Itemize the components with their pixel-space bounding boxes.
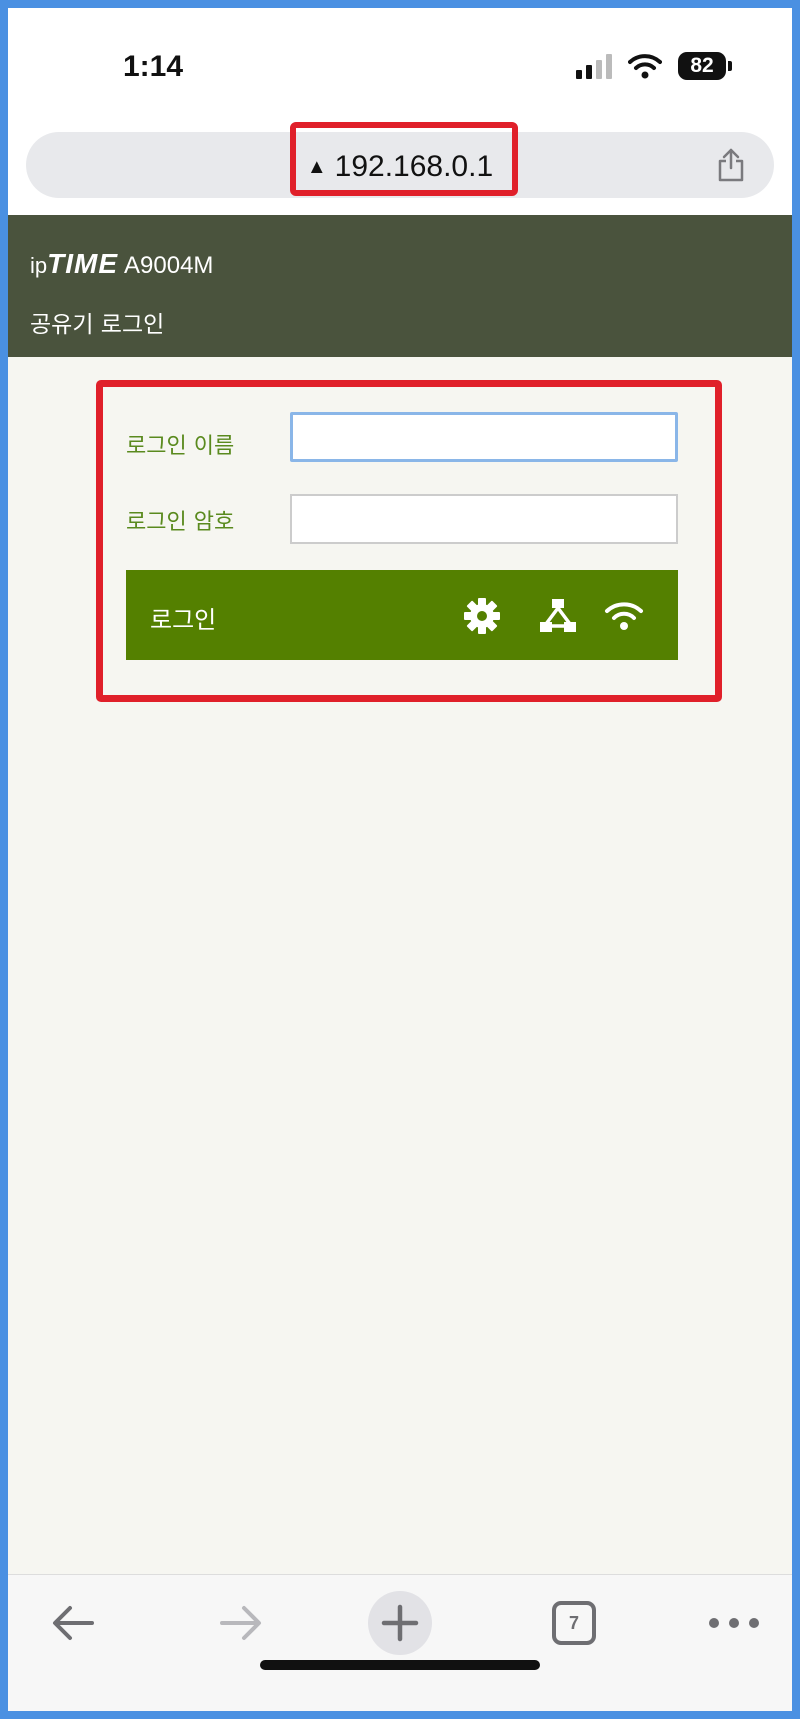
back-arrow-icon[interactable] [42, 1591, 106, 1655]
router-model: A9004M [124, 252, 214, 279]
password-label: 로그인 암호 [126, 510, 235, 535]
username-label: 로그인 이름 [126, 434, 235, 459]
login-button[interactable]: 로그인 [126, 570, 678, 660]
share-icon[interactable] [716, 148, 746, 182]
url-highlight-box [290, 122, 518, 196]
phone-screen: 1:14 82 ▲ 192.168.0.1 ipTIME A9004M 공유기 … [0, 0, 800, 1719]
battery-icon: 82 [678, 52, 732, 80]
new-tab-plus-icon[interactable] [368, 1591, 432, 1655]
address-bar[interactable]: ▲ 192.168.0.1 [26, 122, 774, 198]
cellular-signal-icon [576, 53, 612, 79]
page-title: 공유기 로그인 [30, 312, 165, 338]
tabs-button[interactable]: 7 [542, 1591, 606, 1655]
browser-toolbar: 7 [8, 1574, 792, 1711]
gear-icon[interactable] [462, 596, 502, 636]
forward-arrow-icon[interactable] [208, 1591, 272, 1655]
wifi-status-icon [628, 54, 662, 79]
more-icon[interactable] [702, 1591, 766, 1655]
status-time: 1:14 [123, 50, 184, 83]
network-icon[interactable] [538, 596, 578, 636]
battery-level: 82 [678, 52, 726, 80]
router-brand: ipTIME A9004M [30, 248, 213, 280]
status-icons: 82 [576, 52, 732, 80]
status-bar: 1:14 82 [8, 8, 792, 123]
username-input[interactable] [290, 412, 678, 462]
login-button-label: 로그인 [150, 606, 217, 634]
iptime-logo: ipTIME [30, 248, 119, 279]
home-indicator[interactable] [260, 1660, 540, 1670]
router-header: ipTIME A9004M 공유기 로그인 [8, 215, 792, 357]
wifi-icon[interactable] [604, 596, 644, 636]
password-input[interactable] [290, 494, 678, 544]
tab-count: 7 [568, 1613, 579, 1633]
browser-address-area: ▲ 192.168.0.1 [8, 122, 792, 215]
